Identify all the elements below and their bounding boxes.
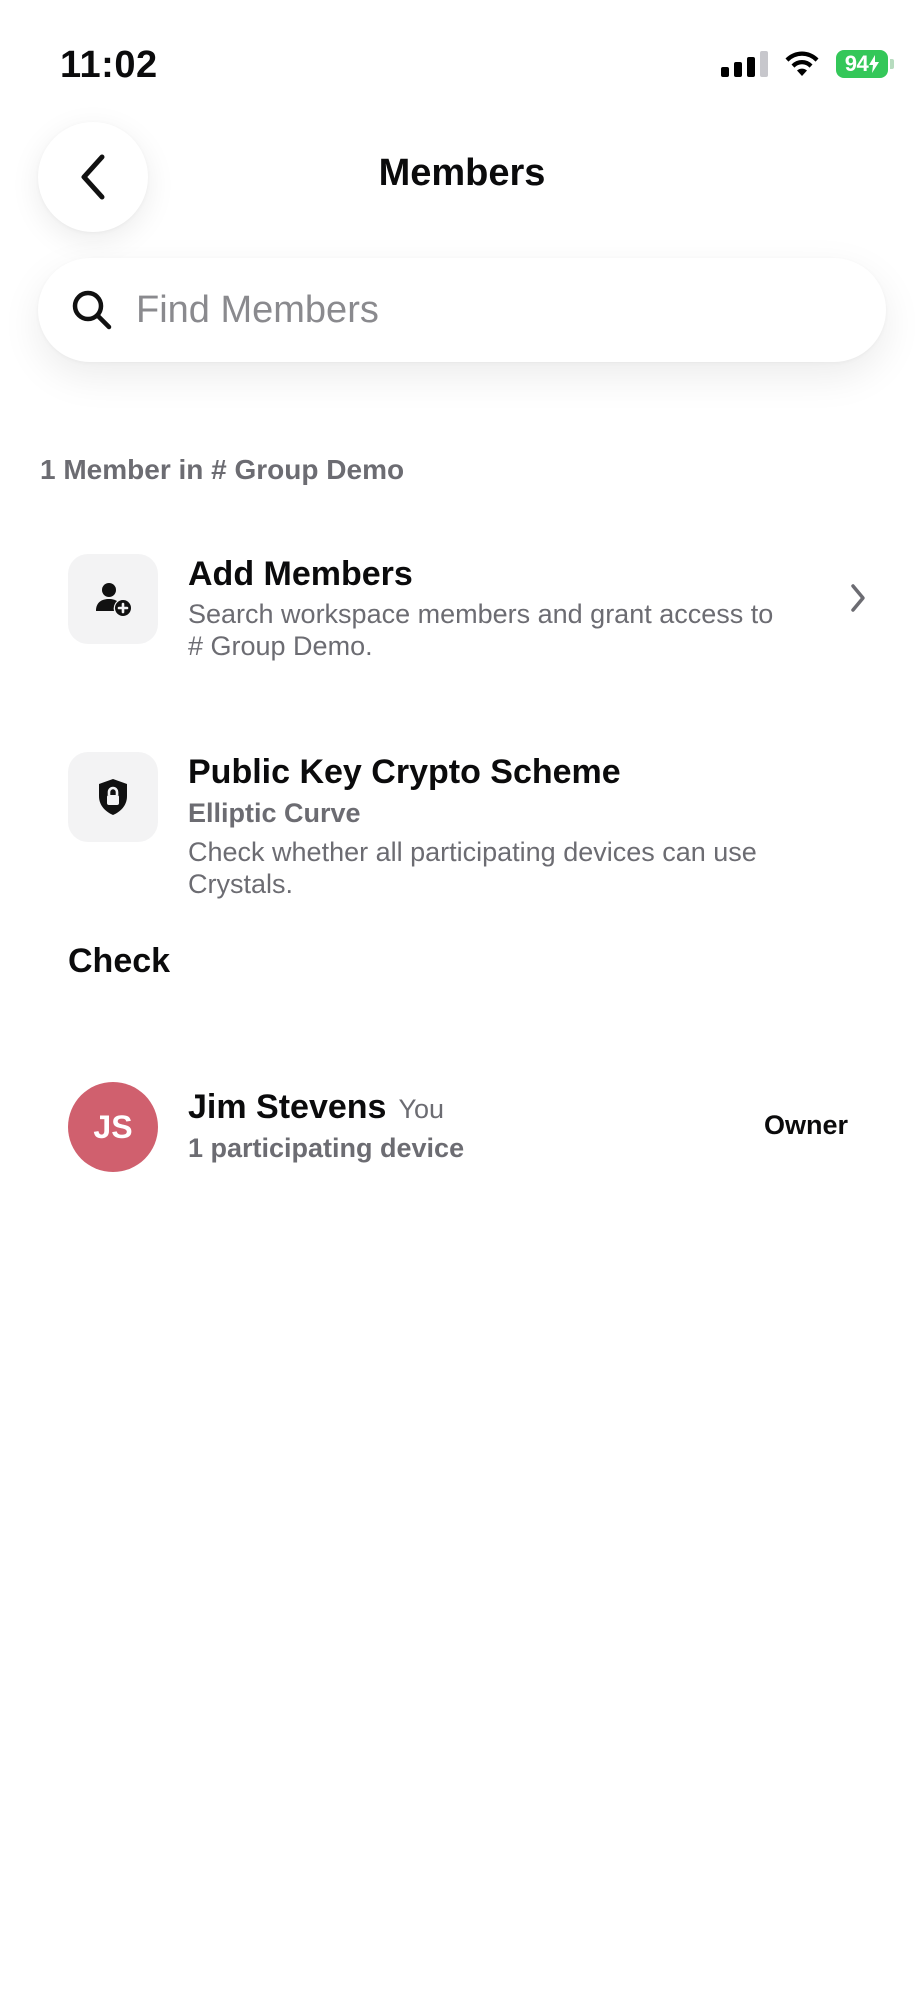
status-icons: 94	[721, 50, 894, 78]
add-members-row[interactable]: Add Members Search workspace members and…	[68, 554, 868, 674]
person-add-icon	[68, 554, 158, 644]
signal-icon	[721, 51, 768, 77]
search-bar[interactable]	[38, 258, 886, 362]
add-members-text: Add Members Search workspace members and…	[188, 554, 778, 662]
member-role: Owner	[763, 1110, 848, 1140]
member-name-line: Jim Stevens You	[188, 1088, 464, 1127]
page-title: Members	[378, 152, 546, 194]
search-icon	[70, 288, 114, 332]
chevron-right-icon	[848, 582, 868, 619]
check-button[interactable]: Check	[68, 942, 170, 981]
crypto-scheme-description: Check whether all participating devices …	[188, 837, 757, 899]
search-input[interactable]	[136, 288, 836, 332]
member-devices: 1 participating device	[188, 1133, 465, 1163]
battery-level: 94	[844, 51, 869, 76]
crypto-scheme-text: Public Key Crypto Scheme Elliptic Curve …	[188, 752, 778, 900]
status-time: 11:02	[60, 44, 158, 86]
member-row[interactable]: JS Jim Stevens You 1 participating devic…	[68, 1082, 848, 1172]
wifi-icon	[784, 50, 820, 78]
members-screen: 11:02 94 Members Find Members 1 Member i…	[0, 0, 924, 1999]
crypto-scheme-title: Public Key Crypto Scheme	[188, 753, 621, 791]
member-self-tag: You	[398, 1094, 445, 1124]
add-members-title: Add Members	[188, 555, 413, 593]
crypto-scheme-row: Public Key Crypto Scheme Elliptic Curve …	[68, 752, 868, 952]
crypto-scheme-type: Elliptic Curve	[188, 798, 361, 828]
shield-lock-icon	[68, 752, 158, 842]
member-info: Jim Stevens You 1 participating device	[188, 1088, 464, 1164]
members-count-label: 1 Member in # Group Demo	[40, 454, 405, 485]
member-name: Jim Stevens	[188, 1088, 387, 1126]
battery-charging-icon: 94	[836, 50, 894, 78]
avatar: JS	[68, 1082, 158, 1172]
status-bar: 11:02 94	[0, 0, 924, 120]
add-members-description: Search workspace members and grant acces…	[188, 599, 774, 661]
